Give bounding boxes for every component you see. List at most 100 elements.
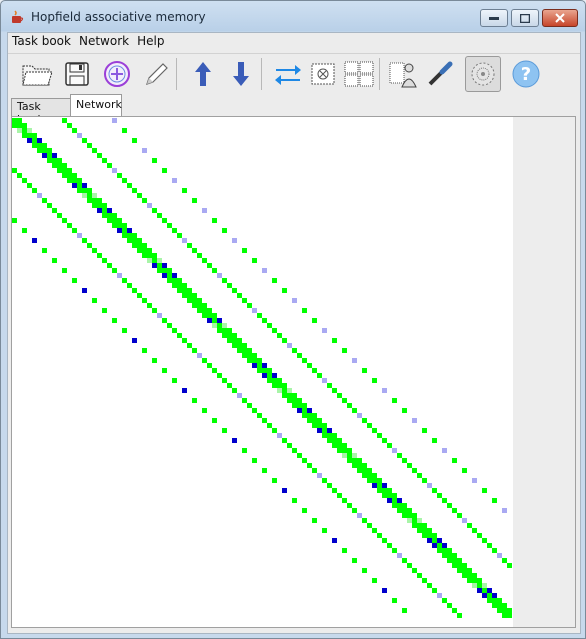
matrix-cell [432,438,437,443]
tab-task-book[interactable]: Task book [11,98,71,126]
help-button[interactable]: ? [508,56,544,92]
move-down-button[interactable] [223,56,259,92]
clear-button[interactable] [305,56,341,92]
matrix-cell [287,388,292,393]
title-bar[interactable]: Hopfield associative memory [1,1,585,31]
matrix-cell [317,418,322,423]
matrix-cell [387,493,392,498]
matrix-cell [457,563,462,568]
matrix-cell [262,368,267,373]
matrix-cell [372,578,377,583]
matrix-cell [332,538,337,543]
matrix-cell [272,478,277,483]
matrix-cell [172,283,177,288]
save-button[interactable] [59,56,95,92]
matrix-cell [222,333,227,338]
matrix-cell [92,148,97,153]
pattern-button[interactable] [341,56,377,92]
matrix-cell [437,493,442,498]
menu-task-book[interactable]: Task book [8,33,75,51]
svg-text:?: ? [521,64,531,85]
maximize-button[interactable] [511,9,539,27]
matrix-cell [362,468,367,473]
matrix-cell [402,503,407,508]
matrix-cell [172,378,177,383]
matrix-cell [442,598,447,603]
matrix-cell [12,168,17,173]
matrix-cell [317,373,322,378]
move-up-button[interactable] [185,56,221,92]
matrix-cell [287,443,292,448]
close-button[interactable] [542,9,578,27]
matrix-cell [167,223,172,228]
matrix-cell [457,558,462,563]
matrix-cell [332,433,337,438]
matrix-cell [342,448,347,453]
matrix-cell [192,198,197,203]
matrix-cell [182,188,187,193]
menu-help[interactable]: Help [133,33,168,51]
matrix-cell [12,218,17,223]
matrix-cell [132,243,137,248]
matrix-cell [392,503,397,508]
matrix-cell [287,398,292,403]
settings-button[interactable] [465,56,501,92]
matrix-cell [427,538,432,543]
matrix-cell [247,353,252,358]
menu-bar: Task book Network Help [8,33,580,51]
matrix-cell [342,548,347,553]
matrix-cell [262,318,267,323]
save-icon [65,62,89,86]
matrix-cell [477,583,482,588]
matrix-cell [332,338,337,343]
matrix-cell [182,388,187,393]
matrix-cell [352,408,357,413]
matrix-cell [197,353,202,358]
matrix-cell [162,263,167,268]
minimize-button[interactable] [480,9,508,27]
matrix-cell [347,403,352,408]
matrix-cell [122,233,127,238]
matrix-cell [217,273,222,278]
matrix-cell [282,393,287,398]
matrix-cell [192,248,197,253]
network-button[interactable] [385,56,421,92]
add-button[interactable] [99,56,135,92]
matrix-cell [422,523,427,528]
matrix-cell [507,563,512,568]
matrix-cell [242,448,247,453]
matrix-cell [362,568,367,573]
matrix-cell [427,583,432,588]
edit-button[interactable] [139,56,175,92]
matrix-cell [247,358,252,363]
matrix-cell [272,378,277,383]
main-content: Task book Network Help ? Task Network [7,32,581,634]
matrix-cell [462,563,467,568]
matrix-cell [202,208,207,213]
swap-button[interactable] [270,56,306,92]
matrix-cell [122,278,127,283]
matrix-cell [467,568,472,573]
matrix-cell [77,183,82,188]
matrix-cell [167,273,172,278]
open-button[interactable] [19,56,55,92]
matrix-cell [252,353,257,358]
matrix-cell [212,418,217,423]
matrix-cell [152,158,157,163]
matrix-cell [272,383,277,388]
matrix-cell [232,238,237,243]
tab-network[interactable]: Network [70,94,122,116]
matrix-cell [242,248,247,253]
matrix-cell [502,508,507,513]
matrix-cell [352,558,357,563]
magic-button[interactable] [422,56,458,92]
menu-network[interactable]: Network [75,33,133,51]
clear-cell-icon [311,63,335,85]
matrix-cell [312,423,317,428]
matrix-cell [427,483,432,488]
minimize-icon [489,17,499,20]
matrix-cell [452,558,457,563]
matrix-cell [257,368,262,373]
weight-matrix[interactable] [12,118,512,618]
matrix-cell [297,353,302,358]
